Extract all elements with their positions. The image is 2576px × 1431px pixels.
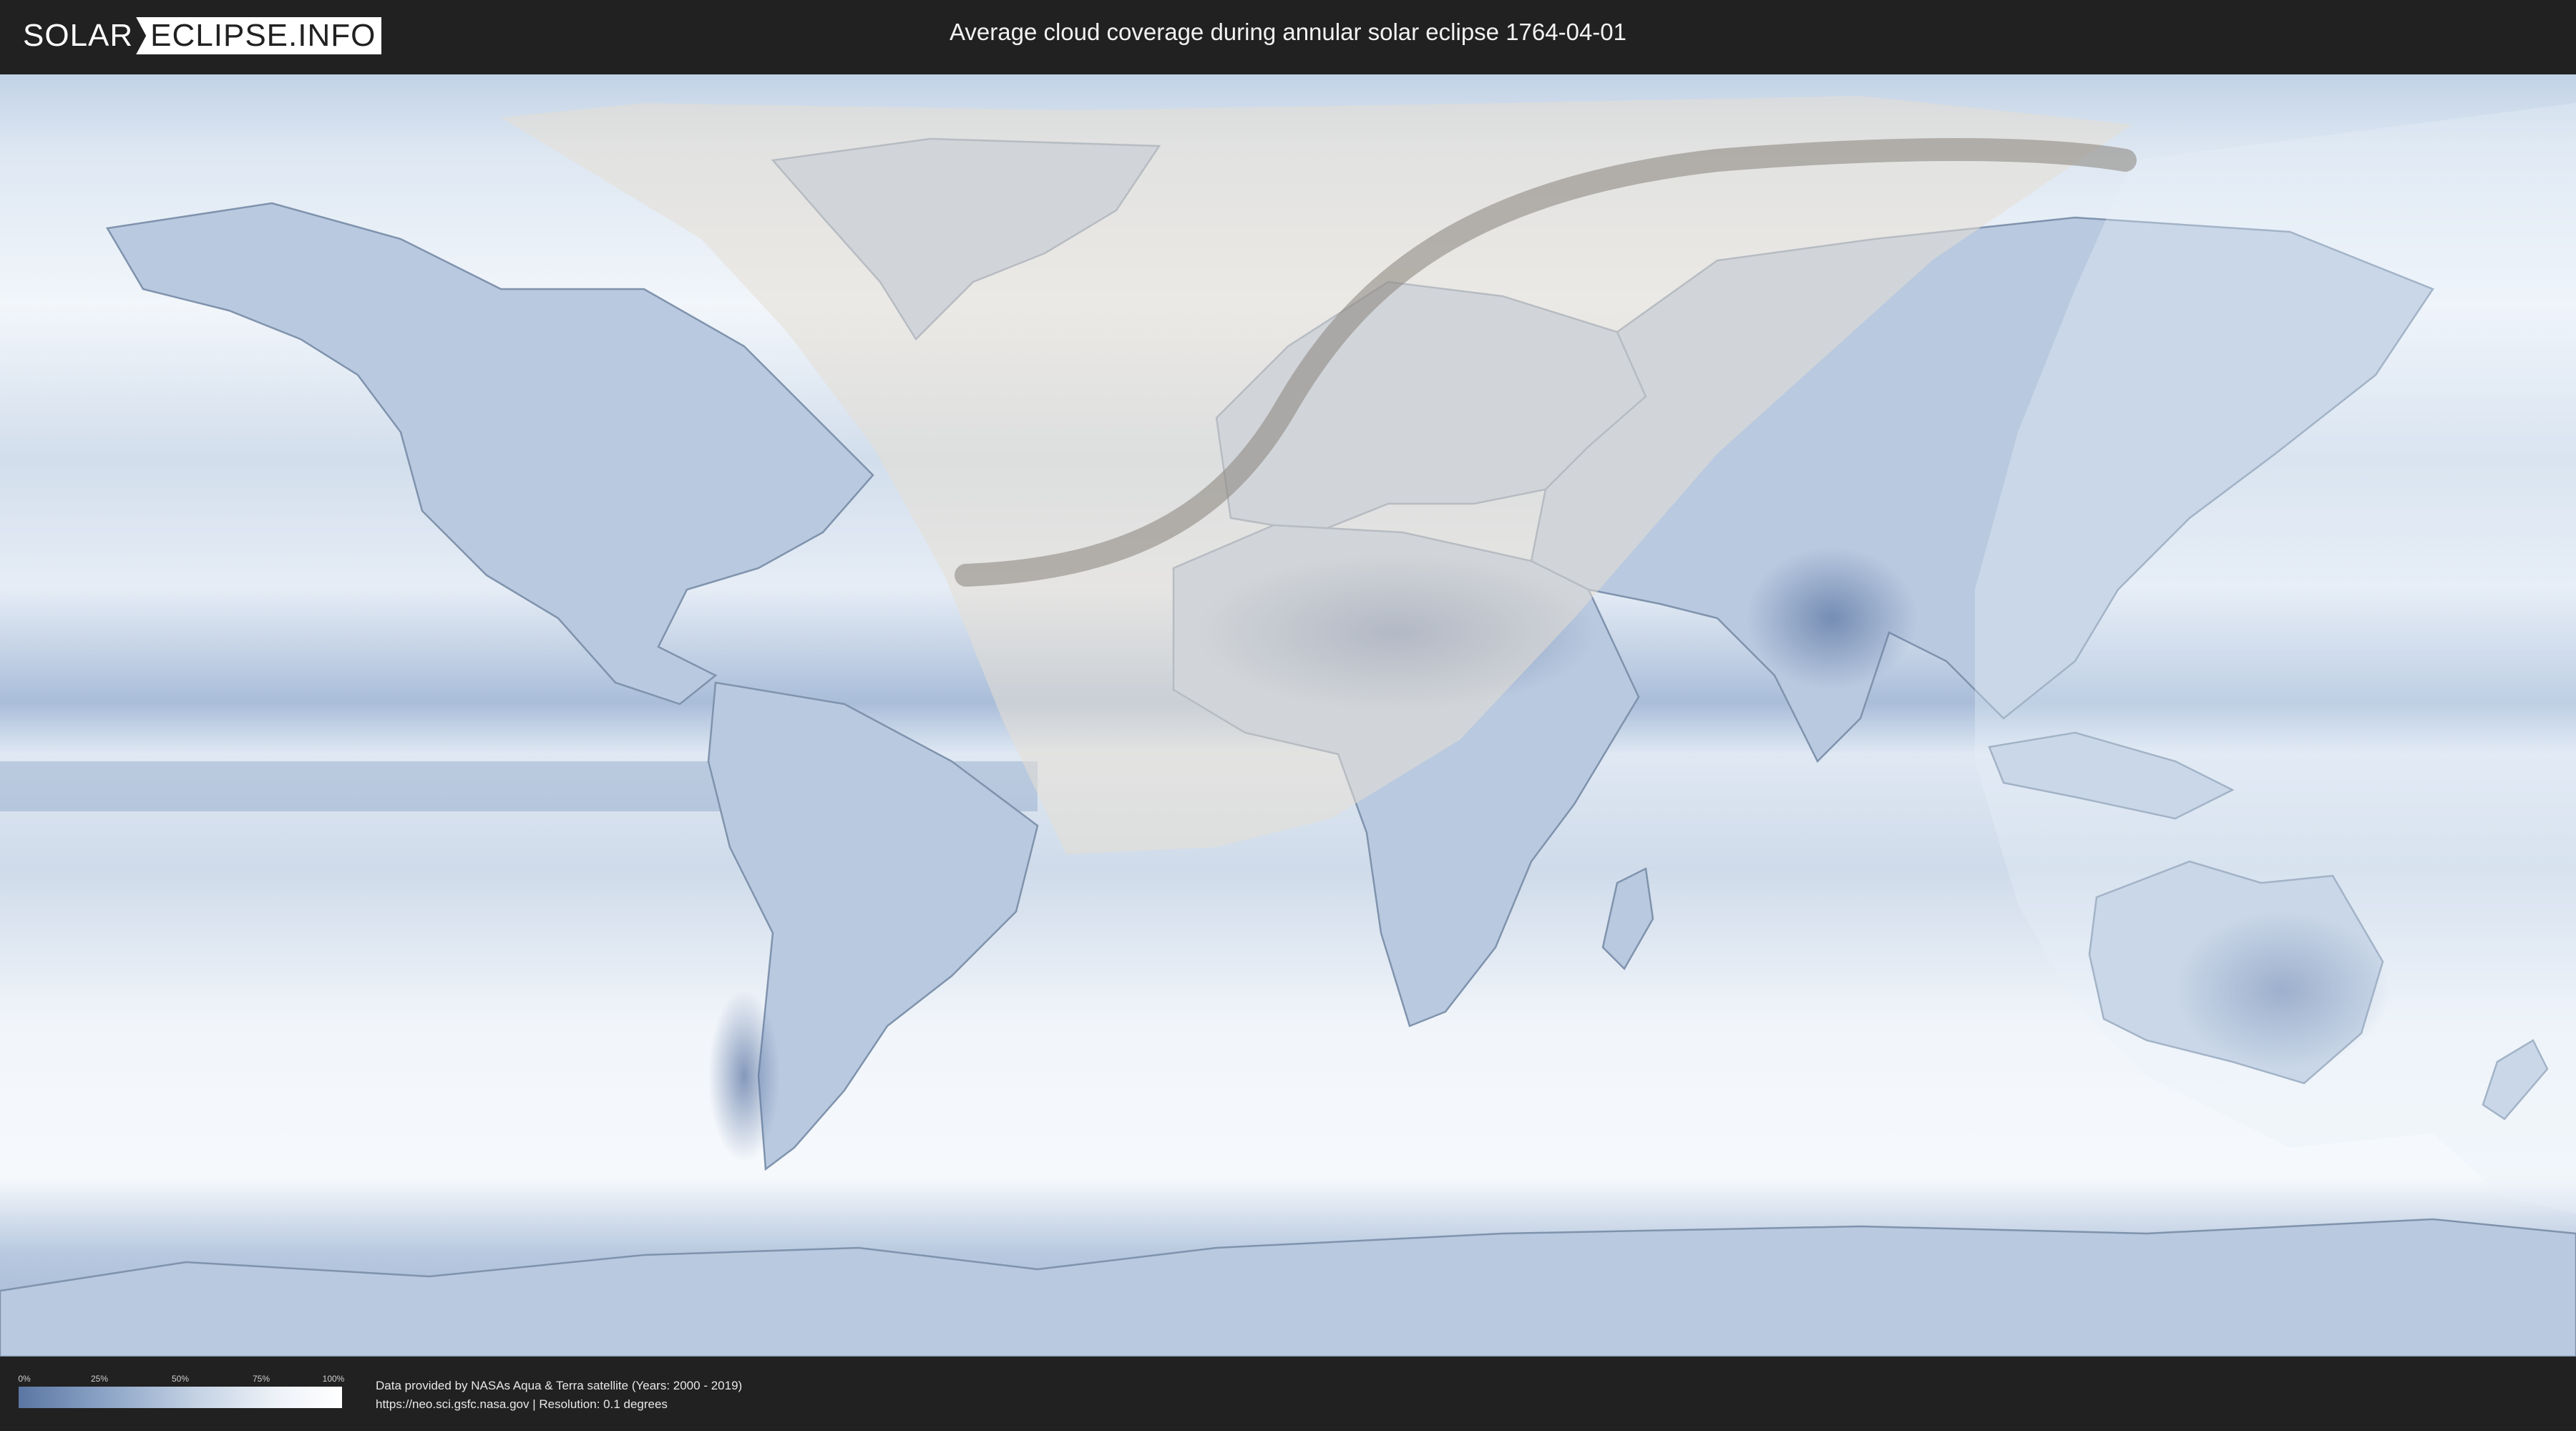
legend-tick-50: 50% xyxy=(171,1374,190,1384)
page-title: Average cloud coverage during annular so… xyxy=(949,19,1626,45)
cloud-coverage-map xyxy=(0,74,2576,1357)
legend-ticks: 0% 25% 50% 75% 100% xyxy=(18,1374,345,1387)
legend-color-bar xyxy=(19,1387,342,1408)
credit-line: Data provided by NASAs Aqua & Terra sate… xyxy=(376,1379,743,1392)
legend-tick-0: 0% xyxy=(18,1374,31,1384)
footer-bar: 0% 25% 50% 75% 100% Data provided by NAS… xyxy=(0,1357,2576,1431)
legend-tick-25: 25% xyxy=(90,1374,109,1384)
cloud-coverage-legend: 0% 25% 50% 75% 100% xyxy=(18,1374,345,1414)
header-bar: SOLAR ECLIPSE.INFO Average cloud coverag… xyxy=(0,0,2576,72)
legend-tick-75: 75% xyxy=(252,1374,270,1384)
eclipse-map-page: SOLAR ECLIPSE.INFO Average cloud coverag… xyxy=(0,0,2576,1431)
source-line[interactable]: https://neo.sci.gsfc.nasa.gov | Resoluti… xyxy=(376,1395,742,1414)
world-map-svg xyxy=(0,74,2576,1357)
india-low-cloud-area xyxy=(1746,547,1918,690)
data-credits: Data provided by NASAs Aqua & Terra sate… xyxy=(376,1377,742,1414)
legend-tick-100: 100% xyxy=(322,1374,345,1384)
andes-low-cloud-area xyxy=(708,990,780,1162)
